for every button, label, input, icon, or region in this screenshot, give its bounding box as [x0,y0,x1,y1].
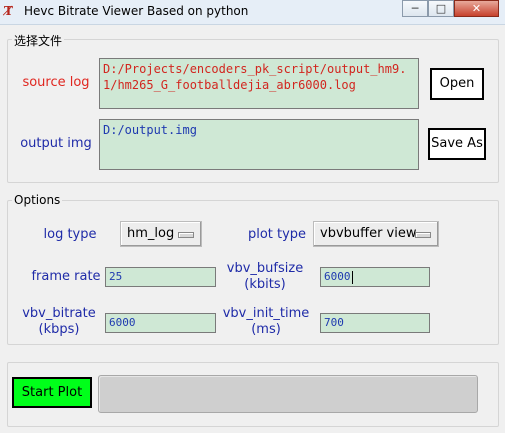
title-bar: T̸ Hevc Bitrate Viewer Based on python ─… [0,0,505,25]
minimize-button[interactable]: ─ [402,0,428,17]
start-plot-button[interactable]: Start Plot [12,377,92,408]
window-title: Hevc Bitrate Viewer Based on python [24,4,249,18]
save-as-button[interactable]: Save As [428,128,486,160]
source-log-label: source log [22,75,90,90]
vbv-bitrate-label: vbv_bitrate (kbps) [16,306,102,338]
dropdown-indicator-icon [415,232,431,238]
output-img-label: output img [20,136,92,151]
vbv-bitrate-label-line1: vbv_bitrate [22,306,96,321]
log-type-value: hm_log [127,226,175,241]
vbv-init-time-label: vbv_init_time (ms) [220,306,312,338]
log-type-dropdown[interactable]: hm_log [120,221,202,247]
plot-type-dropdown[interactable]: vbvbuffer view [313,221,439,247]
vbv-bufsize-label-line2: (kbits) [244,277,286,292]
tk-feather-icon: T̸ [4,4,13,18]
close-button[interactable]: ✕ [454,0,499,17]
progress-bar [98,375,478,413]
vbv-bufsize-label: vbv_bufsize (kbits) [222,261,308,293]
output-img-field[interactable]: D:/output.img [99,119,419,170]
open-button[interactable]: Open [430,68,484,100]
vbv-bufsize-value: 6000 [324,270,351,283]
vbv-init-time-label-line2: (ms) [251,322,281,337]
vbv-init-time-label-line1: vbv_init_time [222,306,310,321]
plot-type-value: vbvbuffer view [320,226,417,241]
text-caret [351,270,353,284]
maximize-button[interactable]: □ [428,0,454,17]
frame-rate-input[interactable]: 25 [105,267,216,287]
frame-rate-label: frame rate [31,269,101,284]
plot-type-label: plot type [247,227,307,242]
vbv-bitrate-label-line2: (kbps) [38,322,80,337]
dropdown-indicator-icon [178,232,194,238]
vbv-init-time-input[interactable]: 700 [320,313,430,333]
vbv-bufsize-input[interactable]: 6000 [320,267,430,287]
options-group-legend: Options [12,193,63,207]
log-type-label: log type [43,227,97,242]
file-group-legend: 选择文件 [12,32,65,49]
vbv-bufsize-label-line1: vbv_bufsize [226,261,304,276]
vbv-bitrate-input[interactable]: 6000 [105,313,216,333]
source-log-field[interactable]: D:/Projects/encoders_pk_script/output_hm… [99,58,419,109]
